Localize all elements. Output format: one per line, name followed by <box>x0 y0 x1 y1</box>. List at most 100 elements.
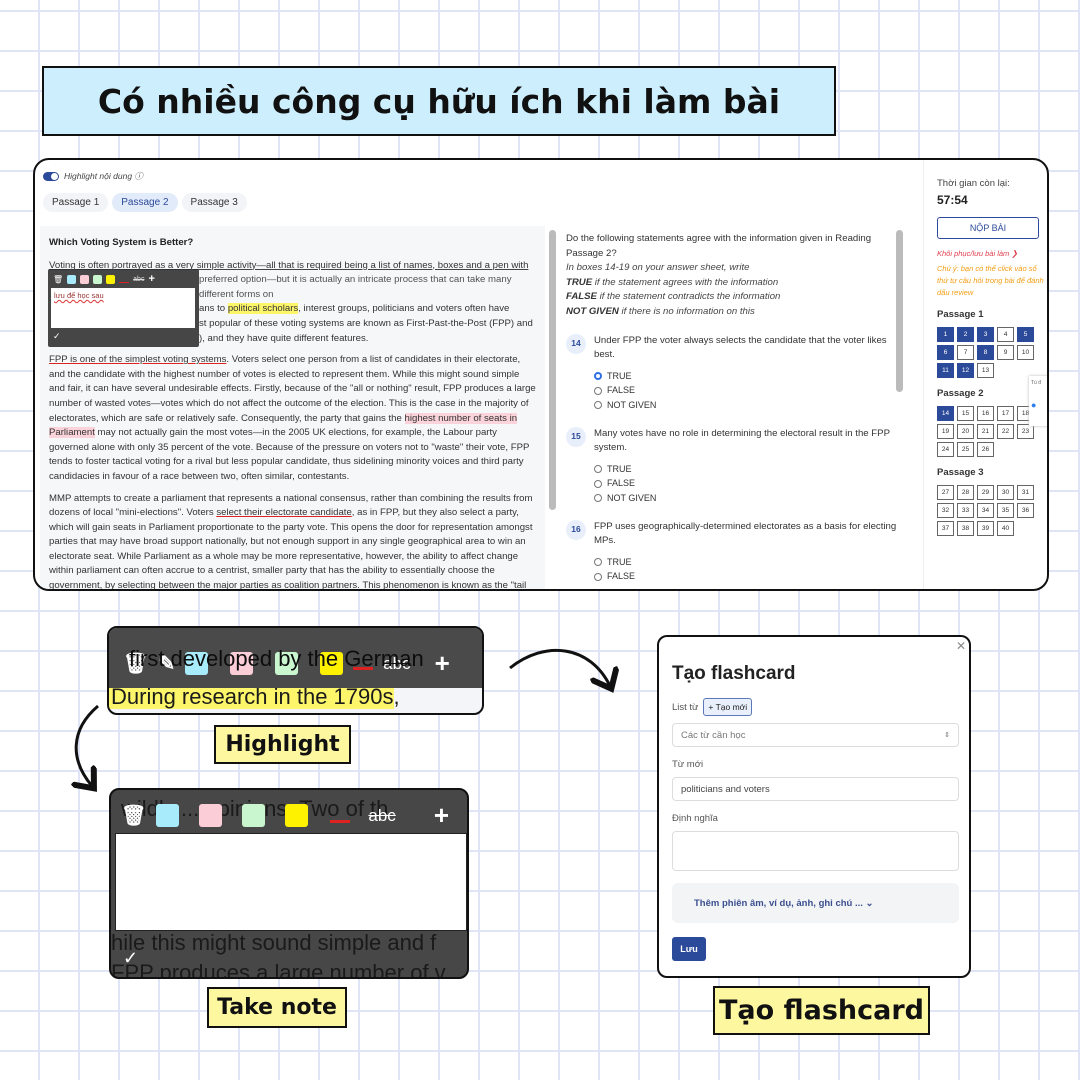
radio-button[interactable] <box>594 479 602 488</box>
highlight-toggle[interactable]: Highlight nội dung ⓘ <box>43 170 143 182</box>
question-nav-button[interactable]: 1 <box>937 327 954 342</box>
underline-icon[interactable] <box>330 809 351 823</box>
question-nav-button[interactable]: 2 <box>957 327 974 342</box>
radio-button[interactable] <box>594 465 602 474</box>
question-nav-button[interactable]: 9 <box>997 345 1014 360</box>
question-nav-button[interactable]: 22 <box>997 424 1014 439</box>
trash-icon[interactable]: 🗑 <box>53 275 63 284</box>
answer-option[interactable]: FALSE <box>594 476 906 491</box>
radio-button[interactable] <box>594 386 602 395</box>
color-cyan-button[interactable] <box>185 652 209 675</box>
highlighted-text[interactable]: political scholars <box>227 303 299 315</box>
answer-option[interactable]: NOT GIVEN <box>594 491 906 506</box>
plus-icon[interactable]: + <box>434 800 449 831</box>
close-icon[interactable]: ✕ <box>956 639 966 653</box>
question-nav-button[interactable]: 36 <box>1017 503 1034 518</box>
question-nav-button[interactable]: 34 <box>977 503 994 518</box>
passage-scrollbar[interactable] <box>549 230 556 510</box>
color-green-button[interactable] <box>93 274 103 284</box>
answer-option[interactable]: NOT GIVEN <box>594 398 906 413</box>
color-green-button[interactable] <box>275 652 299 675</box>
question-nav-button[interactable]: 12 <box>957 363 974 378</box>
strikethrough-button[interactable]: abc <box>368 806 395 826</box>
question-nav-button[interactable]: 21 <box>977 424 994 439</box>
more-options-toggle[interactable]: Thêm phiên âm, ví dụ, ảnh, ghi chú ... ⌄ <box>672 883 959 923</box>
save-button[interactable]: Lưu <box>672 937 706 961</box>
submit-button[interactable]: NỘP BÀI <box>937 217 1039 239</box>
question-number[interactable]: 14 <box>566 333 586 354</box>
question-nav-button[interactable]: 14 <box>937 406 954 421</box>
question-nav-button[interactable]: 16 <box>977 406 994 421</box>
color-cyan-button[interactable] <box>67 274 77 284</box>
question-nav-button[interactable]: 19 <box>937 424 954 439</box>
answer-option[interactable]: TRUE <box>594 369 906 384</box>
underline-icon[interactable] <box>119 276 130 283</box>
question-nav-button[interactable]: 7 <box>957 345 974 360</box>
question-nav-button[interactable]: 13 <box>977 363 994 378</box>
underlined-text[interactable]: FPP is one of the simplest voting system… <box>49 354 226 365</box>
note-input[interactable] <box>115 833 467 931</box>
answer-option[interactable]: FALSE <box>594 383 906 398</box>
question-nav-button[interactable]: 28 <box>957 485 974 500</box>
trash-icon[interactable]: 🗑 <box>123 651 148 676</box>
floating-widget[interactable]: Tú đ ● <box>1029 376 1047 426</box>
check-icon[interactable]: ✓ <box>53 331 61 342</box>
definition-input[interactable] <box>672 831 959 871</box>
question-nav-button[interactable]: 33 <box>957 503 974 518</box>
question-nav-button[interactable]: 26 <box>977 442 994 457</box>
color-yellow-button[interactable] <box>106 274 116 284</box>
radio-button[interactable] <box>594 557 602 566</box>
radio-button[interactable] <box>594 572 602 581</box>
question-nav-button[interactable]: 30 <box>997 485 1014 500</box>
question-nav-button[interactable]: 10 <box>1017 345 1034 360</box>
question-nav-button[interactable]: 23 <box>1017 424 1034 439</box>
question-nav-button[interactable]: 39 <box>977 521 994 536</box>
question-nav-button[interactable]: 11 <box>937 363 954 378</box>
radio-button[interactable] <box>594 401 602 410</box>
question-nav-button[interactable]: 40 <box>997 521 1014 536</box>
question-nav-button[interactable]: 20 <box>957 424 974 439</box>
answer-option[interactable]: FALSE <box>594 569 906 584</box>
color-yellow-button[interactable] <box>320 652 344 675</box>
question-nav-button[interactable]: 35 <box>997 503 1014 518</box>
question-nav-button[interactable]: 17 <box>997 406 1014 421</box>
note-input[interactable] <box>51 288 195 328</box>
tab-passage-3[interactable]: Passage 3 <box>181 193 247 212</box>
color-cyan-button[interactable] <box>156 804 180 827</box>
question-nav-button[interactable]: 4 <box>997 327 1014 342</box>
question-nav-button[interactable]: 3 <box>977 327 994 342</box>
question-number[interactable]: 16 <box>566 519 586 540</box>
messenger-icon[interactable]: ● <box>1031 400 1047 410</box>
question-nav-button[interactable]: 31 <box>1017 485 1034 500</box>
tab-passage-1[interactable]: Passage 1 <box>43 193 109 212</box>
plus-icon[interactable]: + <box>148 273 154 285</box>
strikethrough-button[interactable]: abc <box>133 276 144 283</box>
question-number[interactable]: 15 <box>566 426 586 447</box>
check-icon[interactable]: ✓ <box>123 948 138 969</box>
question-nav-button[interactable]: 37 <box>937 521 954 536</box>
answer-option[interactable]: TRUE <box>594 462 906 477</box>
pencil-icon[interactable]: ✎ <box>158 651 175 676</box>
question-nav-button[interactable]: 24 <box>937 442 954 457</box>
question-nav-button[interactable]: 32 <box>937 503 954 518</box>
question-nav-button[interactable]: 6 <box>937 345 954 360</box>
toggle-switch[interactable] <box>43 171 59 181</box>
create-list-button[interactable]: + Tạo mới <box>703 698 753 716</box>
underline-icon[interactable] <box>353 657 374 670</box>
questions-scrollbar[interactable] <box>896 230 903 392</box>
question-nav-button[interactable]: 15 <box>957 406 974 421</box>
underlined-text[interactable]: select their electorate candidate <box>216 507 351 518</box>
color-pink-button[interactable] <box>199 804 223 827</box>
word-input[interactable]: politicians and voters <box>672 777 959 801</box>
color-pink-button[interactable] <box>230 652 254 675</box>
color-green-button[interactable] <box>242 804 266 827</box>
tab-passage-2[interactable]: Passage 2 <box>112 193 178 212</box>
strikethrough-button[interactable]: abc <box>383 654 410 674</box>
question-nav-button[interactable]: 25 <box>957 442 974 457</box>
trash-icon[interactable]: 🗑 <box>121 803 146 828</box>
question-nav-button[interactable]: 27 <box>937 485 954 500</box>
question-nav-button[interactable]: 29 <box>977 485 994 500</box>
color-pink-button[interactable] <box>80 274 90 284</box>
radio-button[interactable] <box>594 372 602 381</box>
restore-link[interactable]: Khôi phục/lưu bài làm ❯ <box>937 249 1047 258</box>
